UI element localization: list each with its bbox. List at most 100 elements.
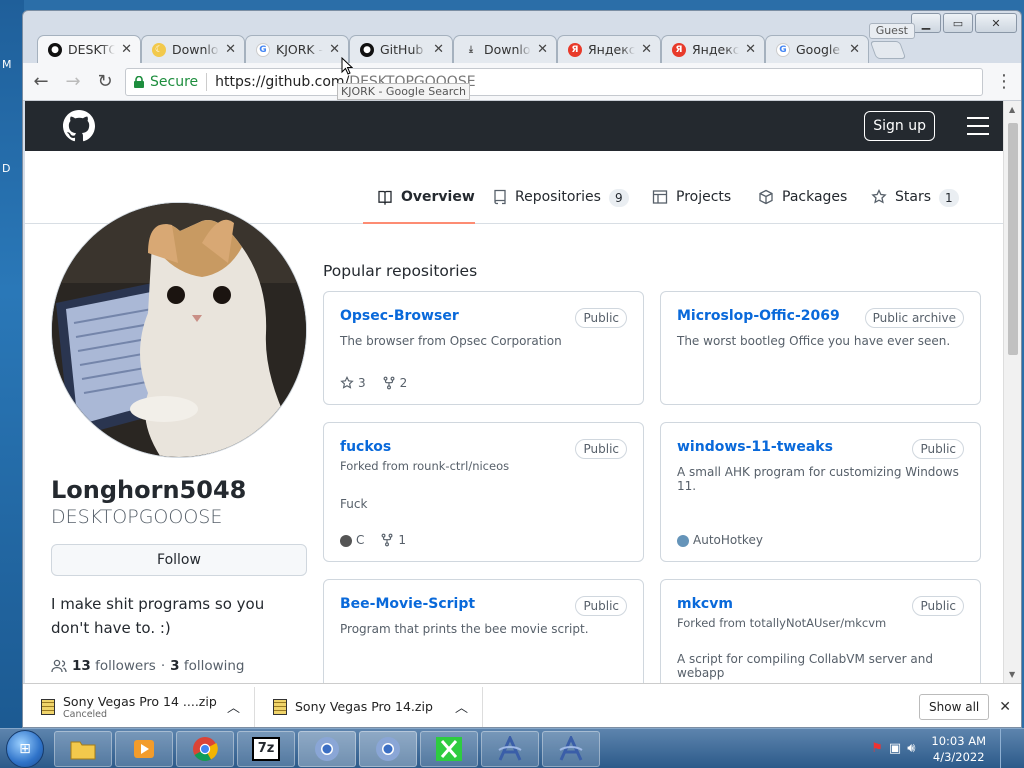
secure-label: Secure <box>150 73 199 90</box>
scroll-down-icon[interactable]: ▼ <box>1009 670 1015 679</box>
download-filename: Sony Vegas Pro 14.zip <box>295 699 433 714</box>
repo-icon <box>494 189 506 205</box>
following-count: 3 <box>170 658 180 674</box>
volume-icon[interactable]: 🔊︎ <box>907 741 915 756</box>
taskbar: ⊞ 7z ⚑ ▣ 🔊︎ 10:03 AM 4/3/2022 <box>0 728 1024 768</box>
close-tab-icon[interactable]: ✕ <box>329 42 340 57</box>
tab-title: KJORK - Google Search <box>276 42 324 57</box>
folder-icon <box>70 741 96 759</box>
show-all-button[interactable]: Show all <box>919 693 990 720</box>
browser-tab[interactable]: ⤓ Downloads ✕ <box>453 35 557 63</box>
following-link[interactable]: 3 following <box>170 658 244 674</box>
download-item[interactable]: Sony Vegas Pro 14.zip ︿ <box>255 686 483 727</box>
7zip-icon: 7z <box>252 736 280 761</box>
close-shelf-icon[interactable]: ✕ <box>999 699 1011 715</box>
secure-indicator[interactable]: Secure <box>134 74 198 90</box>
taskbar-media-player[interactable] <box>115 730 173 767</box>
show-desktop-button[interactable] <box>1000 728 1014 768</box>
browser-tab[interactable]: Я Яндекс ✕ <box>661 35 765 63</box>
close-tab-icon[interactable]: ✕ <box>433 42 444 57</box>
page-scrollbar[interactable]: ▲ ▼ <box>1003 101 1021 683</box>
tab-packages[interactable]: Packages <box>758 180 847 224</box>
minimize-button[interactable]: ▁ <box>911 13 941 33</box>
browser-tab[interactable]: G Google ✕ <box>765 35 869 63</box>
taskbar-app-a2[interactable] <box>542 730 600 767</box>
scroll-up-icon[interactable]: ▲ <box>1009 105 1015 114</box>
download-item[interactable]: Sony Vegas Pro 14 ....zip Canceled ︿ <box>23 686 255 727</box>
taskbar-chromium-2[interactable] <box>359 730 417 767</box>
a-logo-icon <box>559 735 583 761</box>
tab-title: Яндекс <box>692 42 740 57</box>
followers-link[interactable]: 13 followers <box>72 658 156 674</box>
visibility-badge: Public archive <box>864 308 964 328</box>
repo-card: mkcvm Public Forked from totallyNotAUser/m… <box>660 579 981 683</box>
taskbar-explorer[interactable] <box>54 730 112 767</box>
close-window-button[interactable]: ✕ <box>975 13 1017 33</box>
chevron-up-icon[interactable]: ︿ <box>227 697 240 716</box>
taskbar-7zip[interactable]: 7z <box>237 730 295 767</box>
tab-projects[interactable]: Projects <box>652 180 731 224</box>
avatar[interactable] <box>51 202 307 458</box>
taskbar-chromium-1[interactable] <box>298 730 356 767</box>
tab-label: Projects <box>676 189 732 205</box>
download-status: Canceled <box>63 708 108 720</box>
browser-toolbar: ← → ↻ Secure https://github.com/DESKTOPG… <box>23 63 1021 101</box>
browser-tab[interactable]: Я Яндекс ✕ <box>557 35 661 63</box>
browser-tab[interactable]: G KJORK - Google Search ✕ <box>245 35 349 63</box>
tab-overview[interactable]: Overview <box>363 180 475 224</box>
profile-name: Longhorn5048 <box>51 476 247 504</box>
browser-tab[interactable]: ● GitHub ✕ <box>349 35 453 63</box>
maximize-button[interactable]: ▭ <box>943 13 973 33</box>
close-tab-icon[interactable]: ✕ <box>641 42 652 57</box>
hamburger-menu-icon[interactable] <box>967 117 989 135</box>
close-tab-icon[interactable]: ✕ <box>849 42 860 57</box>
clock-time: 10:03 AM <box>931 733 986 748</box>
sign-up-button[interactable]: Sign up <box>864 111 935 141</box>
github-logo-icon[interactable] <box>63 110 95 142</box>
back-button[interactable]: ← <box>27 68 55 96</box>
repo-forks[interactable]: 2 <box>382 376 408 390</box>
address-bar[interactable]: Secure https://github.com/DESKTOPGOOOSE <box>125 67 983 96</box>
follow-button[interactable]: Follow <box>51 544 307 576</box>
fork-icon <box>381 533 393 547</box>
chevron-up-icon[interactable]: ︿ <box>455 697 468 716</box>
reload-button[interactable]: ↻ <box>91 68 119 96</box>
repo-card: Bee-Movie-Script Public Program that print… <box>323 579 644 683</box>
menu-kebab-icon[interactable]: ⋮ <box>995 71 1013 92</box>
browser-tab[interactable]: ● DESKTOPGOOOSE ✕ <box>37 35 141 63</box>
repo-description: The worst bootleg Office you have ever s… <box>677 334 951 348</box>
chromium-icon <box>315 736 339 761</box>
github-icon: ● <box>360 42 374 57</box>
forks-count: 2 <box>399 376 408 390</box>
repo-meta: C1 <box>340 533 406 547</box>
close-tab-icon[interactable]: ✕ <box>121 42 132 57</box>
tab-label: Overview <box>401 189 475 205</box>
guest-profile-button[interactable]: Guest <box>868 23 915 39</box>
popular-repos-title: Popular repositories <box>323 262 478 280</box>
taskbar-excel-like[interactable] <box>420 730 478 767</box>
close-tab-icon[interactable]: ✕ <box>745 42 756 57</box>
system-clock[interactable]: 10:03 AM 4/3/2022 <box>931 733 986 765</box>
close-tab-icon[interactable]: ✕ <box>225 42 236 57</box>
profile-bio: I make shit programs so you don't have t… <box>51 595 265 637</box>
taskbar-chrome[interactable] <box>176 730 234 767</box>
yandex-icon: Я <box>568 42 582 57</box>
tab-label: Repositories <box>515 189 601 205</box>
tab-stars[interactable]: Stars 1 <box>871 180 959 224</box>
new-tab-button[interactable] <box>869 41 907 59</box>
taskbar-app-a1[interactable] <box>481 730 539 767</box>
repo-meta: 32 <box>340 376 407 390</box>
repo-card: Opsec-Browser Public The browser from Opse… <box>323 291 644 405</box>
start-button[interactable]: ⊞ <box>6 729 44 768</box>
tab-repositories[interactable]: Repositories 9 <box>493 180 629 224</box>
network-icon[interactable]: ▣ <box>889 741 901 756</box>
browser-tab[interactable]: ☾ Downloads ✕ <box>141 35 245 63</box>
fork-icon <box>383 376 395 390</box>
repo-stars[interactable]: 3 <box>340 376 366 390</box>
close-tab-icon[interactable]: ✕ <box>537 42 548 57</box>
scrollbar-thumb[interactable] <box>1008 123 1018 355</box>
forward-button[interactable]: → <box>59 68 87 96</box>
action-center-flag-icon[interactable]: ⚑ <box>871 741 883 756</box>
repo-forks[interactable]: 1 <box>380 533 406 547</box>
tab-label: Packages <box>782 189 848 205</box>
